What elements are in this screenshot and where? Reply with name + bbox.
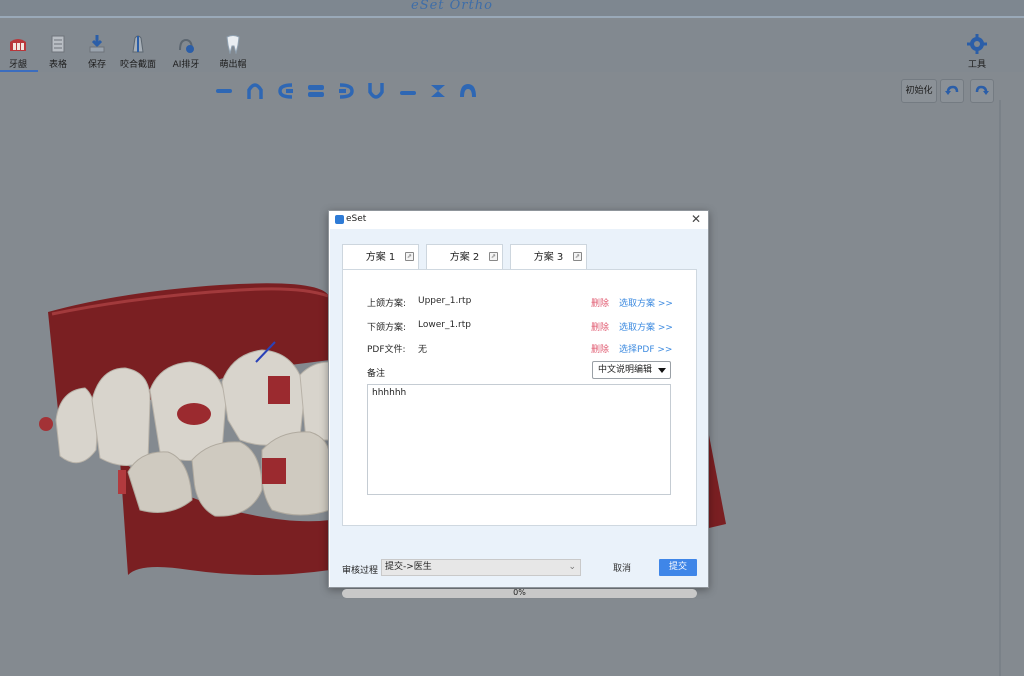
view-front-icon[interactable]: [214, 82, 234, 100]
view-lower-arch-icon[interactable]: [366, 82, 386, 100]
tab-plan-3[interactable]: 方案 3 ⇗: [510, 244, 587, 270]
submit-button[interactable]: 提交: [659, 559, 697, 576]
lower-plan-value: Lower_1.rtp: [418, 320, 471, 330]
attachment-knob: [39, 417, 53, 431]
review-process-select[interactable]: 提交->医生 ⌄: [381, 559, 581, 576]
review-process-label: 审核过程: [342, 566, 379, 576]
app-icon: [335, 215, 344, 224]
save-icon: [89, 35, 105, 53]
eruption-cap-icon: [226, 35, 240, 54]
gear-icon: [967, 34, 987, 54]
dialog-title: eSet: [346, 214, 367, 224]
tab-pin-icon[interactable]: ⇗: [489, 252, 498, 261]
redo-icon: [975, 85, 989, 95]
tab-plan-3-label: 方案 3: [533, 252, 564, 263]
tab-plan-2[interactable]: 方案 2 ⇗: [426, 244, 503, 270]
toolbar-ai-arrange-label: AI排牙: [172, 60, 200, 70]
undo-icon: [945, 85, 959, 95]
right-panel-border: [999, 100, 1001, 676]
toolbar-table-label: 表格: [48, 60, 67, 70]
dropdown-caret-icon: [658, 368, 666, 373]
occlusal-section-icon: [132, 35, 144, 53]
view-right-icon[interactable]: [336, 82, 356, 100]
dialog-title-bar: eSet ✕: [329, 211, 708, 229]
attachment-2: [177, 403, 211, 425]
app-brand: eSet Ortho: [411, 0, 493, 13]
notes-label: 备注: [367, 369, 386, 379]
ai-arrange-icon: [179, 38, 194, 53]
tab-pin-icon[interactable]: ⇗: [405, 252, 414, 261]
view-top-icon[interactable]: [458, 82, 478, 100]
upper-plan-delete-link[interactable]: 删除: [591, 296, 609, 309]
main-toolbar: 牙龈 表格 保存 咬合截面 AI排牙 萌出帽 工具: [0, 20, 1024, 72]
tab-plan-1-label: 方案 1: [365, 252, 396, 263]
attachment-3: [262, 458, 286, 484]
upper-plan-label: 上颌方案:: [367, 299, 407, 309]
cancel-button[interactable]: 取消: [613, 561, 631, 574]
tab-pin-icon[interactable]: ⇗: [573, 252, 582, 261]
pdf-value: 无: [418, 345, 428, 355]
notes-language-dropdown[interactable]: 中文说明编辑: [592, 361, 671, 379]
dialog-body: 方案 1 ⇗ 方案 2 ⇗ 方案 3 ⇗ 上颌方案: Upper_1.rtp 删…: [330, 229, 708, 598]
close-icon[interactable]: ✕: [691, 212, 701, 226]
title-bar: eSet Ortho: [0, 0, 1024, 18]
tab-plan-2-label: 方案 2: [449, 252, 480, 263]
lower-plan-label: 下颌方案:: [367, 323, 407, 333]
plan-dialog: eSet ✕ 方案 1 ⇗ 方案 2 ⇗ 方案 3 ⇗ 上颌方案: Upper_…: [328, 210, 709, 598]
toolbar-gum-label: 牙龈: [8, 60, 27, 70]
chevron-down-icon: ⌄: [568, 562, 576, 572]
toolbar-occlusal-label: 咬合截面: [119, 60, 156, 70]
toolbar-tools-button[interactable]: 工具: [962, 34, 992, 70]
attachment-4: [118, 470, 126, 494]
toolbar-gum-button[interactable]: 牙龈: [0, 34, 38, 72]
view-cross-icon[interactable]: [428, 82, 448, 100]
toolbar-tools-label: 工具: [967, 60, 986, 70]
table-icon: [51, 35, 65, 53]
toolbar-ai-arrange-button[interactable]: AI排牙: [166, 34, 206, 70]
toolbar-eruption-cap-button[interactable]: 萌出帽: [213, 34, 253, 70]
plan-panel: 上颌方案: Upper_1.rtp 删除 选取方案 >> 下颌方案: Lower…: [342, 269, 697, 526]
upload-progress-bar: 0%: [342, 589, 697, 598]
notes-textarea[interactable]: hhhhhh: [367, 384, 671, 495]
tab-plan-1[interactable]: 方案 1 ⇗: [342, 244, 419, 270]
progress-label: 0%: [513, 589, 526, 597]
toolbar-eruption-cap-label: 萌出帽: [219, 60, 247, 70]
gum-icon: [10, 39, 26, 51]
lower-plan-pick-link[interactable]: 选取方案 >>: [619, 320, 673, 333]
toolbar-save-label: 保存: [87, 60, 106, 70]
pdf-label: PDF文件:: [367, 345, 406, 355]
upper-plan-pick-link[interactable]: 选取方案 >>: [619, 296, 673, 309]
toolbar-save-button[interactable]: 保存: [77, 34, 117, 70]
pdf-delete-link[interactable]: 删除: [591, 342, 609, 355]
view-left-icon[interactable]: [276, 82, 296, 100]
view-both-jaws-icon[interactable]: [306, 82, 326, 100]
attachment-1: [268, 376, 290, 404]
lower-plan-delete-link[interactable]: 删除: [591, 320, 609, 333]
view-upper-arch-icon[interactable]: [245, 82, 265, 100]
notes-language-value: 中文说明编辑: [598, 365, 653, 375]
toolbar-table-button[interactable]: 表格: [38, 34, 78, 70]
view-back-icon[interactable]: [398, 82, 418, 100]
review-process-value: 提交->医生: [385, 562, 432, 572]
pdf-pick-link[interactable]: 选择PDF >>: [619, 342, 672, 355]
toolbar-occlusal-button[interactable]: 咬合截面: [118, 34, 158, 70]
upper-plan-value: Upper_1.rtp: [418, 296, 472, 306]
